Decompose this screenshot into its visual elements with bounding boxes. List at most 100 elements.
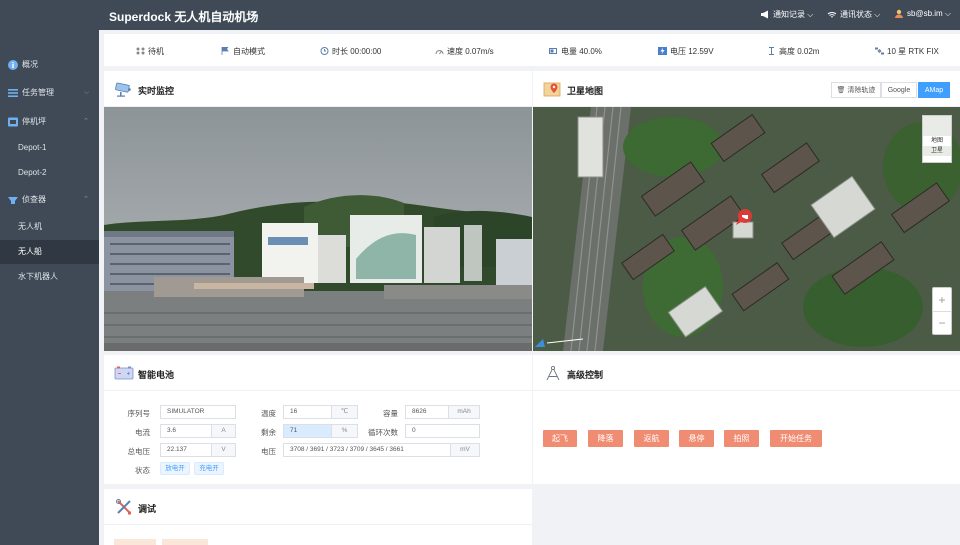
chevron-down-icon: ⌵ bbox=[874, 10, 881, 19]
sidebar-item-label: 停机坪 bbox=[22, 117, 46, 126]
status-gps: 10 星 RTK FIX bbox=[875, 46, 939, 57]
satellite-map-view[interactable]: 地图 卫星 + − bbox=[533, 107, 960, 351]
user-menu[interactable]: sb@sb.im ⌵ bbox=[894, 9, 951, 19]
notifications-label: 通知记录 bbox=[773, 10, 805, 19]
live-camera-feed[interactable] bbox=[104, 107, 532, 351]
status-state: 待机 bbox=[136, 46, 164, 57]
current-unit: A bbox=[211, 424, 236, 438]
megaphone-icon bbox=[761, 10, 768, 19]
photo-button[interactable]: 拍照 bbox=[724, 430, 759, 447]
cycles-field[interactable]: 0 bbox=[405, 424, 480, 438]
sidebar-item-underwater[interactable]: 水下机器人 bbox=[0, 265, 99, 289]
app-title: Superdock 无人机自动机场 bbox=[109, 10, 259, 24]
return-home-button[interactable]: 返航 bbox=[634, 430, 669, 447]
cell-voltage-field[interactable]: 3708 / 3691 / 3723 / 3709 / 3645 / 3661 bbox=[283, 443, 451, 457]
sidebar-item-label: 概况 bbox=[22, 60, 38, 69]
layer-thumbnail bbox=[923, 116, 951, 136]
total-voltage-unit: V bbox=[211, 443, 236, 457]
temp-label: 温度 bbox=[261, 409, 276, 418]
debug-button-partial[interactable] bbox=[114, 539, 156, 545]
zoom-out-button[interactable]: − bbox=[933, 312, 951, 335]
current-label: 电流 bbox=[135, 428, 150, 437]
takeoff-button[interactable]: 起飞 bbox=[543, 430, 577, 447]
battery-panel-header: 智能电池 bbox=[104, 355, 532, 391]
clear-track-button[interactable]: 🗑 清除轨迹 bbox=[831, 82, 881, 98]
sidebar-item-drone[interactable]: 无人机 bbox=[0, 215, 99, 239]
tools-icon bbox=[116, 499, 131, 515]
info-icon bbox=[8, 60, 18, 70]
charge-switch-tag[interactable]: 充电开 bbox=[194, 462, 224, 475]
chevron-down-icon: ⌵ bbox=[944, 9, 951, 18]
camera-image bbox=[104, 107, 532, 351]
satellite-icon bbox=[875, 47, 884, 55]
chevron-up-icon: ⌃ bbox=[83, 118, 89, 125]
capacity-field[interactable]: 8626 bbox=[405, 405, 449, 419]
map-panel-header: 卫星地图 🗑 清除轨迹 Google AMap bbox=[533, 71, 960, 107]
sidebar-item-boat[interactable]: 无人船 bbox=[0, 240, 99, 264]
capacity-unit: mAh bbox=[448, 405, 480, 419]
current-field[interactable]: 3.6 bbox=[160, 424, 212, 438]
state-label: 状态 bbox=[135, 466, 150, 475]
satellite-map-image bbox=[533, 107, 960, 351]
remaining-field[interactable]: 71 bbox=[283, 424, 332, 438]
map-layer-switcher[interactable]: 地图 卫星 bbox=[922, 115, 952, 163]
sidebar-item-dock[interactable]: 停机坪 ⌃ bbox=[0, 110, 99, 134]
sidebar-item-task-mgmt[interactable]: 任务管理 ⌵ bbox=[0, 81, 99, 105]
cycles-label: 循环次数 bbox=[368, 428, 398, 437]
sidebar-item-depot-1[interactable]: Depot-1 bbox=[0, 136, 99, 160]
map-zoom-control: + − bbox=[932, 287, 952, 335]
chevron-up-icon: ⌃ bbox=[83, 196, 89, 203]
advanced-control-header: 高级控制 bbox=[533, 355, 960, 391]
trash-icon: 🗑 bbox=[836, 87, 846, 94]
status-duration: 时长 00:00:00 bbox=[320, 46, 381, 57]
zoom-in-button[interactable]: + bbox=[933, 288, 951, 312]
notifications-menu[interactable]: 通知记录 ⌵ bbox=[760, 9, 813, 20]
start-task-button[interactable]: 开始任务 bbox=[770, 430, 822, 447]
discharge-switch-tag[interactable]: 放电开 bbox=[160, 462, 190, 475]
sidebar: 概况 任务管理 ⌵ 停机坪 ⌃ Depot-1 Depot-2 侦查器 ⌃ 无人… bbox=[0, 0, 99, 545]
google-map-button[interactable]: Google bbox=[881, 82, 917, 98]
map-panel: 卫星地图 🗑 清除轨迹 Google AMap 地图 卫星 + − bbox=[533, 71, 960, 351]
status-battery: 电量 40.0% bbox=[549, 46, 602, 57]
sidebar-item-overview[interactable]: 概况 bbox=[0, 53, 99, 77]
temp-field[interactable]: 16 bbox=[283, 405, 332, 419]
advanced-control-panel: 高级控制 bbox=[533, 355, 960, 484]
debug-button-partial[interactable] bbox=[162, 539, 208, 545]
cctv-camera-icon bbox=[115, 82, 131, 97]
comm-status-menu[interactable]: 通讯状态 ⌵ bbox=[827, 9, 880, 20]
sidebar-item-label: 任务管理 bbox=[22, 88, 54, 97]
user-avatar-icon bbox=[895, 9, 903, 18]
layer-map-option[interactable]: 地图 bbox=[923, 136, 951, 146]
status-voltage-text: 电压 12.59V bbox=[670, 47, 714, 56]
compass-drafting-icon bbox=[546, 365, 560, 381]
flag-icon bbox=[221, 47, 229, 55]
battery-icon bbox=[549, 48, 557, 54]
layer-sat-option[interactable]: 卫星 bbox=[923, 146, 951, 156]
debug-panel: 调试 bbox=[104, 489, 532, 545]
serial-field[interactable]: SIMULATOR bbox=[160, 405, 236, 419]
land-button[interactable]: 降落 bbox=[588, 430, 623, 447]
username: sb@sb.im bbox=[907, 9, 943, 18]
amap-button[interactable]: AMap bbox=[918, 82, 950, 98]
battery-icon bbox=[114, 366, 134, 380]
status-altitude: 高度 0.02m bbox=[767, 46, 819, 57]
status-mode: 自动模式 bbox=[221, 46, 265, 57]
sidebar-item-depot-2[interactable]: Depot-2 bbox=[0, 161, 99, 185]
battery-panel-title: 智能电池 bbox=[138, 370, 175, 380]
advanced-control-title: 高级控制 bbox=[567, 370, 604, 380]
top-header: Superdock 无人机自动机场 通知记录 ⌵ 通讯状态 ⌵ sb@sb.im… bbox=[99, 0, 960, 30]
hover-button[interactable]: 悬停 bbox=[679, 430, 714, 447]
debug-panel-header: 调试 bbox=[104, 489, 532, 525]
comm-status-label: 通讯状态 bbox=[840, 10, 872, 19]
status-speed-text: 速度 0.07m/s bbox=[447, 47, 494, 56]
monitor-panel-header: 实时监控 bbox=[104, 71, 532, 107]
chevron-down-icon: ⌵ bbox=[807, 10, 814, 19]
status-bar: 待机 自动模式 时长 00:00:00 速度 0.07m/s 电量 40.0% … bbox=[104, 34, 960, 66]
capacity-label: 容量 bbox=[383, 409, 398, 418]
total-voltage-field[interactable]: 22.137 bbox=[160, 443, 212, 457]
status-mode-text: 自动模式 bbox=[233, 47, 265, 56]
remaining-unit: % bbox=[331, 424, 358, 438]
cell-voltage-label: 电压 bbox=[261, 447, 276, 456]
sidebar-item-scouts[interactable]: 侦查器 ⌃ bbox=[0, 188, 99, 212]
total-voltage-label: 总电压 bbox=[127, 447, 151, 456]
